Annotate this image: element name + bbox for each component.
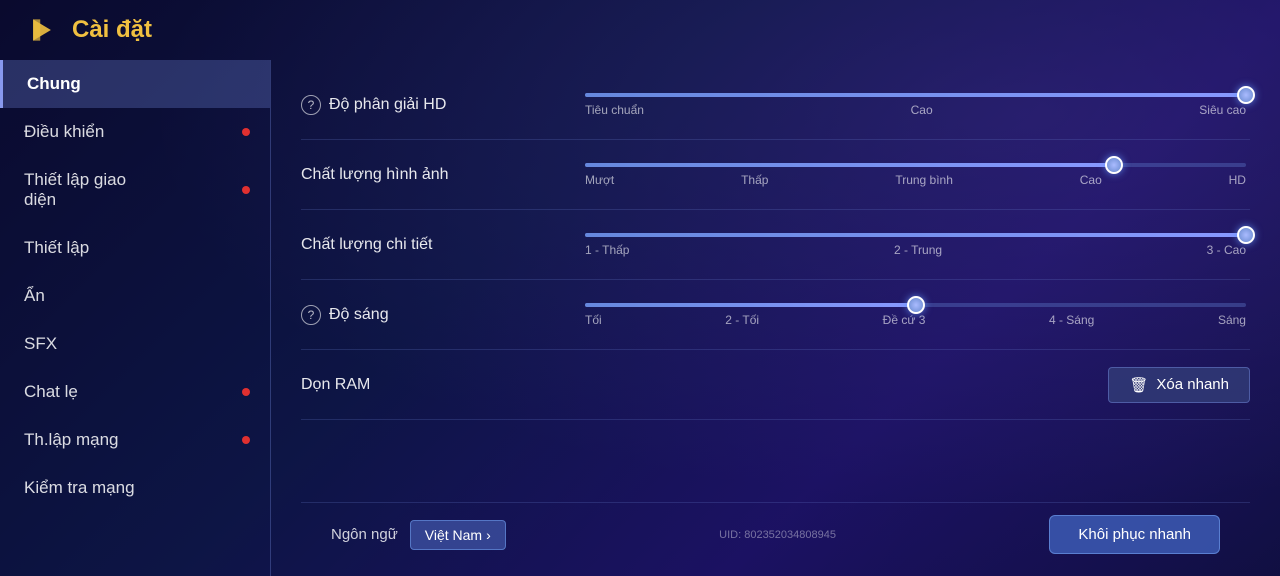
sidebar-item-label: Thiết lập giaodiện	[24, 170, 126, 210]
sidebar-item-label: Th.lập mạng	[24, 430, 119, 450]
xoa-nhanh-button[interactable]: 🗑 Xóa nhanh	[1108, 367, 1250, 403]
sidebar-item-thiet-lap[interactable]: Thiết lập	[0, 224, 270, 272]
logo-icon	[24, 12, 60, 48]
setting-row-chat-luong-chi-tiet: Chất lượng chi tiết 1 - Thấp 2 - Trung	[301, 210, 1250, 280]
sidebar-item-dieu-khien[interactable]: Điều khiển	[0, 108, 270, 156]
sidebar-item-chat-le[interactable]: Chat lẹ	[0, 368, 270, 416]
chevron-right-icon: ›	[486, 527, 491, 543]
setting-control-chat-luong-chi-tiet: 1 - Thấp 2 - Trung 3 - Cao	[581, 233, 1250, 257]
setting-label-chat-luong-chi-tiet: Chất lượng chi tiết	[301, 236, 581, 254]
khoi-phuc-nhanh-button[interactable]: Khôi phục nhanh	[1049, 515, 1220, 554]
slider-do-sang[interactable]: Tối 2 - Tối Đề cứ 3 4 - Sáng Sáng	[581, 303, 1250, 327]
sidebar-item-an[interactable]: Ẩn	[0, 272, 270, 320]
sidebar-item-sfx[interactable]: SFX	[0, 320, 270, 368]
language-button[interactable]: Việt Nam ›	[410, 520, 506, 550]
language-section: Ngôn ngữ Việt Nam ›	[331, 520, 506, 550]
help-icon[interactable]: ?	[301, 95, 321, 115]
main-layout: Chung Điều khiển Thiết lập giaodiện Thiế…	[0, 60, 1280, 576]
sidebar-item-label: Chat lẹ	[24, 382, 78, 402]
sidebar-item-label: Ẩn	[24, 286, 45, 306]
sidebar-item-chung[interactable]: Chung	[0, 60, 270, 108]
settings-list: ? Độ phân giải HD Tiêu chuẩn Cao	[301, 70, 1250, 502]
setting-control-do-sang: Tối 2 - Tối Đề cứ 3 4 - Sáng Sáng	[581, 303, 1250, 327]
language-value: Việt Nam	[425, 527, 482, 543]
header: Cài đặt	[0, 0, 1280, 60]
sidebar-item-th-lap-mang[interactable]: Th.lập mạng	[0, 416, 270, 464]
setting-label-don-ram: Dọn RAM	[301, 376, 581, 394]
sidebar-item-label: Chung	[27, 74, 81, 94]
content-area: ? Độ phân giải HD Tiêu chuẩn Cao	[271, 60, 1280, 576]
notification-dot	[242, 186, 250, 194]
setting-row-chat-luong-hinh-anh: Chất lượng hình ảnh Mượt Thấp Trung bì	[301, 140, 1250, 210]
slider-chat-luong-chi-tiet[interactable]: 1 - Thấp 2 - Trung 3 - Cao	[581, 233, 1250, 257]
slider-do-phan-giai[interactable]: Tiêu chuẩn Cao Siêu cao	[581, 93, 1250, 117]
notification-dot	[242, 388, 250, 396]
slider-chat-luong-hinh-anh[interactable]: Mượt Thấp Trung bình Cao HD	[581, 163, 1250, 187]
uid-text: UID: 802352034808945	[719, 529, 836, 541]
help-icon-do-sang[interactable]: ?	[301, 305, 321, 325]
setting-label-do-sang: ? Độ sáng	[301, 305, 581, 325]
setting-label-chat-luong-hinh-anh: Chất lượng hình ảnh	[301, 166, 581, 184]
language-label: Ngôn ngữ	[331, 526, 398, 543]
page-title: Cài đặt	[72, 16, 152, 44]
setting-control-chat-luong-hinh-anh: Mượt Thấp Trung bình Cao HD	[581, 163, 1250, 187]
sidebar-item-label: Thiết lập	[24, 238, 89, 258]
sidebar-item-label: Điều khiển	[24, 122, 104, 142]
sidebar-item-label: SFX	[24, 334, 57, 354]
bottom-bar: Ngôn ngữ Việt Nam › UID: 802352034808945…	[301, 502, 1250, 566]
trash-icon: 🗑	[1129, 376, 1148, 394]
sidebar-item-thiet-lap-giao-dien[interactable]: Thiết lập giaodiện	[0, 156, 270, 224]
sidebar-item-label: Kiểm tra mạng	[24, 478, 135, 498]
setting-control-do-phan-giai: Tiêu chuẩn Cao Siêu cao	[581, 93, 1250, 117]
sidebar-item-kiem-tra-mang[interactable]: Kiểm tra mạng	[0, 464, 270, 512]
notification-dot	[242, 436, 250, 444]
setting-row-do-sang: ? Độ sáng Tối 2 - Tối Đề c	[301, 280, 1250, 350]
setting-row-don-ram: Dọn RAM 🗑 Xóa nhanh	[301, 350, 1250, 420]
app-container: Cài đặt Chung Điều khiển Thiết lập giaod…	[0, 0, 1280, 576]
sidebar: Chung Điều khiển Thiết lập giaodiện Thiế…	[0, 60, 270, 576]
setting-row-do-phan-giai: ? Độ phân giải HD Tiêu chuẩn Cao	[301, 70, 1250, 140]
xoa-nhanh-label: Xóa nhanh	[1156, 376, 1229, 393]
notification-dot	[242, 128, 250, 136]
setting-label-do-phan-giai: ? Độ phân giải HD	[301, 95, 581, 115]
